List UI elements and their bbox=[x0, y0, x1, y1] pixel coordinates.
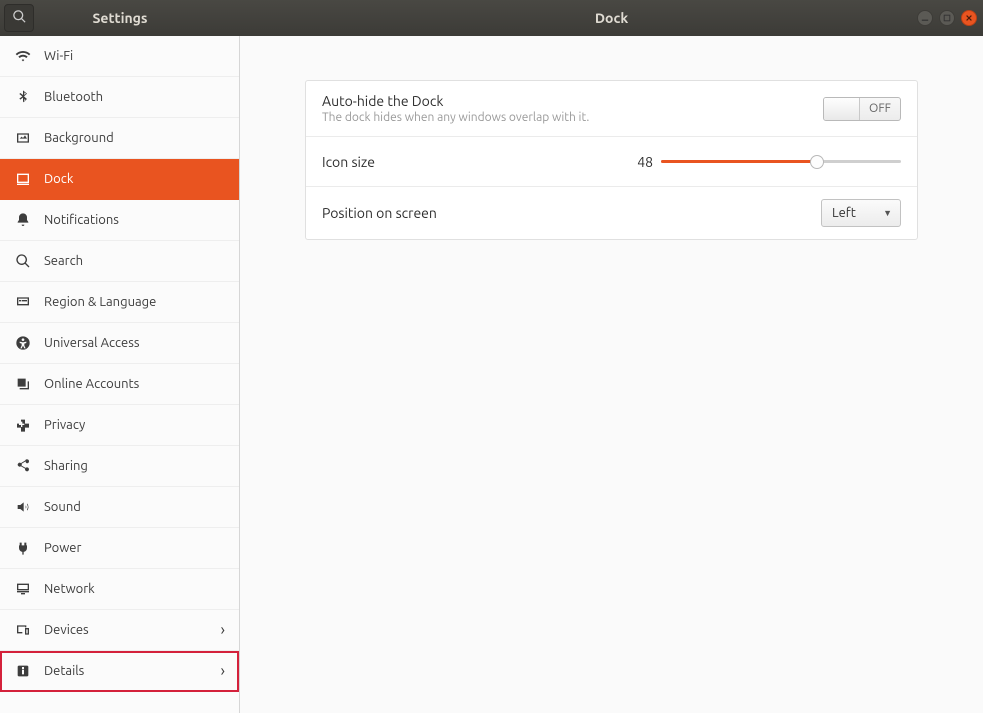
sidebar-item-label: Wi-Fi bbox=[44, 49, 73, 63]
accessibility-icon bbox=[14, 334, 32, 352]
sidebar-item-universal-access[interactable]: Universal Access bbox=[0, 323, 239, 364]
network-icon bbox=[14, 580, 32, 598]
sidebar-item-label: Bluetooth bbox=[44, 90, 103, 104]
wifi-icon bbox=[14, 47, 32, 65]
window-minimize-button[interactable] bbox=[917, 10, 933, 26]
sidebar-item-region[interactable]: Region & Language bbox=[0, 282, 239, 323]
search-icon bbox=[12, 9, 27, 27]
sidebar-item-label: Power bbox=[44, 541, 81, 555]
details-icon bbox=[14, 662, 32, 680]
position-row: Position on screen Left ▼ bbox=[306, 187, 917, 239]
iconsize-row: Icon size 48 bbox=[306, 137, 917, 187]
autohide-row: Auto-hide the Dock The dock hides when a… bbox=[306, 81, 917, 137]
sidebar-item-dock[interactable]: Dock bbox=[0, 159, 239, 200]
window-close-button[interactable] bbox=[961, 10, 977, 26]
region-icon bbox=[14, 293, 32, 311]
sidebar-item-label: Background bbox=[44, 131, 114, 145]
sidebar-item-label: Privacy bbox=[44, 418, 85, 432]
sidebar-item-label: Details bbox=[44, 664, 84, 678]
chevron-right-icon: › bbox=[221, 662, 226, 680]
bell-icon bbox=[14, 211, 32, 229]
sidebar-item-label: Sound bbox=[44, 500, 81, 514]
sidebar-item-online-accounts[interactable]: Online Accounts bbox=[0, 364, 239, 405]
main-panel: Auto-hide the Dock The dock hides when a… bbox=[240, 36, 983, 713]
sidebar-item-label: Sharing bbox=[44, 459, 88, 473]
window-maximize-button[interactable] bbox=[939, 10, 955, 26]
sidebar-item-details[interactable]: Details › bbox=[0, 651, 239, 692]
sidebar-item-label: Devices bbox=[44, 623, 89, 637]
background-icon bbox=[14, 129, 32, 147]
autohide-toggle[interactable]: OFF bbox=[823, 97, 901, 121]
sidebar-item-bluetooth[interactable]: Bluetooth bbox=[0, 77, 239, 118]
iconsize-slider[interactable] bbox=[661, 154, 901, 170]
sidebar: Wi-Fi Bluetooth Background Dock Notifica… bbox=[0, 36, 240, 713]
devices-icon bbox=[14, 621, 32, 639]
online-accounts-icon bbox=[14, 375, 32, 393]
dropdown-arrow-icon: ▼ bbox=[883, 208, 892, 218]
iconsize-value: 48 bbox=[637, 154, 653, 170]
sidebar-item-label: Region & Language bbox=[44, 295, 156, 309]
bluetooth-icon bbox=[14, 88, 32, 106]
sidebar-item-label: Universal Access bbox=[44, 336, 139, 350]
sidebar-item-devices[interactable]: Devices › bbox=[0, 610, 239, 651]
sidebar-item-wifi[interactable]: Wi-Fi bbox=[0, 36, 239, 77]
sidebar-item-sharing[interactable]: Sharing bbox=[0, 446, 239, 487]
sidebar-item-privacy[interactable]: Privacy bbox=[0, 405, 239, 446]
autohide-state: OFF bbox=[860, 102, 900, 115]
sidebar-item-label: Notifications bbox=[44, 213, 119, 227]
sidebar-item-background[interactable]: Background bbox=[0, 118, 239, 159]
position-value: Left bbox=[832, 206, 856, 220]
sidebar-item-label: Online Accounts bbox=[44, 377, 139, 391]
sidebar-item-notifications[interactable]: Notifications bbox=[0, 200, 239, 241]
search-button[interactable] bbox=[4, 4, 34, 32]
sidebar-item-label: Network bbox=[44, 582, 95, 596]
power-icon bbox=[14, 539, 32, 557]
sidebar-item-power[interactable]: Power bbox=[0, 528, 239, 569]
privacy-icon bbox=[14, 416, 32, 434]
position-dropdown[interactable]: Left ▼ bbox=[821, 199, 901, 227]
sidebar-item-search[interactable]: Search bbox=[0, 241, 239, 282]
autohide-subtitle: The dock hides when any windows overlap … bbox=[322, 111, 823, 124]
sidebar-title: Settings bbox=[0, 10, 240, 26]
dock-icon bbox=[14, 170, 32, 188]
sound-icon bbox=[14, 498, 32, 516]
sidebar-item-label: Dock bbox=[44, 172, 73, 186]
iconsize-label: Icon size bbox=[322, 154, 637, 170]
settings-card: Auto-hide the Dock The dock hides when a… bbox=[305, 80, 918, 240]
sidebar-item-label: Search bbox=[44, 254, 83, 268]
sharing-icon bbox=[14, 457, 32, 475]
magnify-icon bbox=[14, 252, 32, 270]
chevron-right-icon: › bbox=[221, 621, 226, 639]
position-label: Position on screen bbox=[322, 205, 821, 221]
window-title: Dock bbox=[240, 10, 983, 26]
titlebar: Settings Dock bbox=[0, 0, 983, 36]
sidebar-item-sound[interactable]: Sound bbox=[0, 487, 239, 528]
autohide-title: Auto-hide the Dock bbox=[322, 93, 823, 109]
sidebar-item-network[interactable]: Network bbox=[0, 569, 239, 610]
